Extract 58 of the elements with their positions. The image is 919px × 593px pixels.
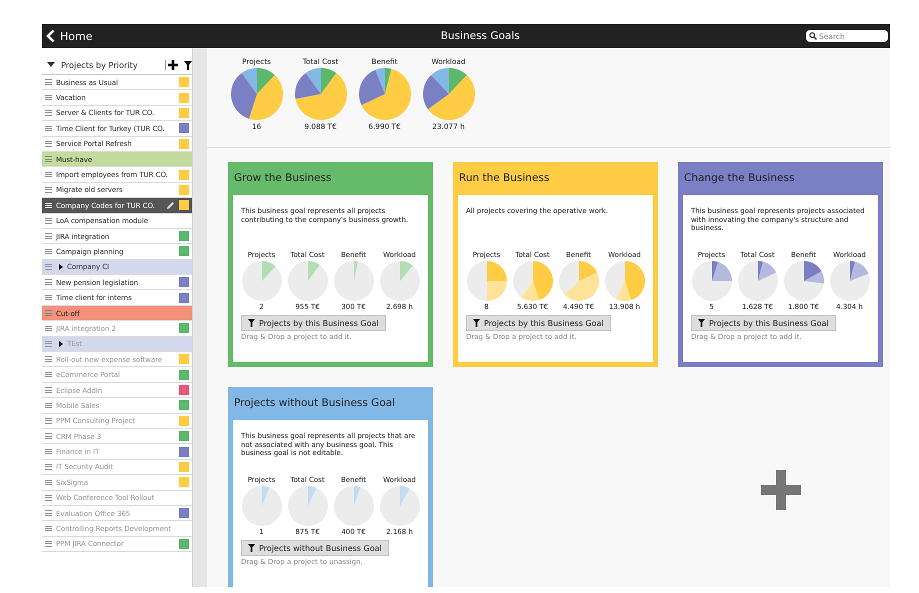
add-icon[interactable] [165,60,178,70]
drag-handle-icon[interactable] [45,172,52,178]
pie-chart [380,261,420,301]
goal-title: Run the Business [458,171,550,186]
goal-title: Grow the Business [233,171,332,186]
filter-projects-button[interactable]: Projects by this Business Goal [691,315,836,331]
pie-chart [512,261,552,301]
drag-handle-icon[interactable] [45,294,52,300]
goal-title: Projects without Business Goal [233,396,396,411]
filter-icon [473,319,480,327]
pie-chart [604,261,644,301]
pie-chart [288,261,328,301]
expand-triangle-icon[interactable] [59,264,63,270]
search-icon [809,32,817,40]
pie-chart [380,486,420,526]
pie-chart [466,261,506,301]
collapse-triangle-icon[interactable] [47,62,55,68]
drag-handle-icon[interactable] [45,187,52,193]
chevron-left-icon [46,29,55,43]
filter-projects-button[interactable]: Projects without Business Goal [241,540,389,556]
drag-handle-icon[interactable] [45,202,52,208]
drag-handle-icon[interactable] [45,233,52,239]
drag-handle-icon[interactable] [45,140,52,147]
filter-icon [698,319,705,327]
back-button[interactable]: Home [44,25,94,47]
pie-chart [558,261,598,301]
pie-chart [294,68,346,120]
pie-chart [242,486,282,526]
drag-handle-icon[interactable] [45,156,52,162]
pie-chart [334,261,374,301]
pie-chart [738,261,778,301]
pie-chart [422,68,474,120]
drag-handle-icon[interactable] [45,94,52,100]
pie-chart [784,261,824,301]
filter-projects-button[interactable]: Projects by this Business Goal [241,315,386,331]
drag-handle-icon[interactable] [45,310,52,316]
pie-chart [288,486,328,526]
pencil-icon[interactable] [166,200,175,210]
filter-icon [248,544,255,552]
filter-icon [248,319,255,327]
add-goal-icon[interactable] [760,470,800,510]
pie-chart [358,68,410,120]
sidebar-title: Projects by Priority [61,60,139,70]
goal-title: Change the Business [683,171,796,186]
pie-chart [230,68,282,120]
drag-handle-icon[interactable] [45,110,52,116]
pie-chart [242,261,282,301]
pie-chart [334,486,374,526]
page-title: Business Goals [440,30,521,42]
pie-chart [692,261,732,301]
drag-handle-icon[interactable] [45,218,52,224]
filter-projects-button[interactable]: Projects by this Business Goal [466,315,611,331]
drag-handle-icon[interactable] [45,264,52,270]
pie-chart [830,261,870,301]
drag-handle-icon[interactable] [45,126,52,132]
drag-handle-icon[interactable] [45,279,52,286]
drag-handle-icon[interactable] [45,79,52,85]
drag-handle-icon[interactable] [45,248,52,254]
